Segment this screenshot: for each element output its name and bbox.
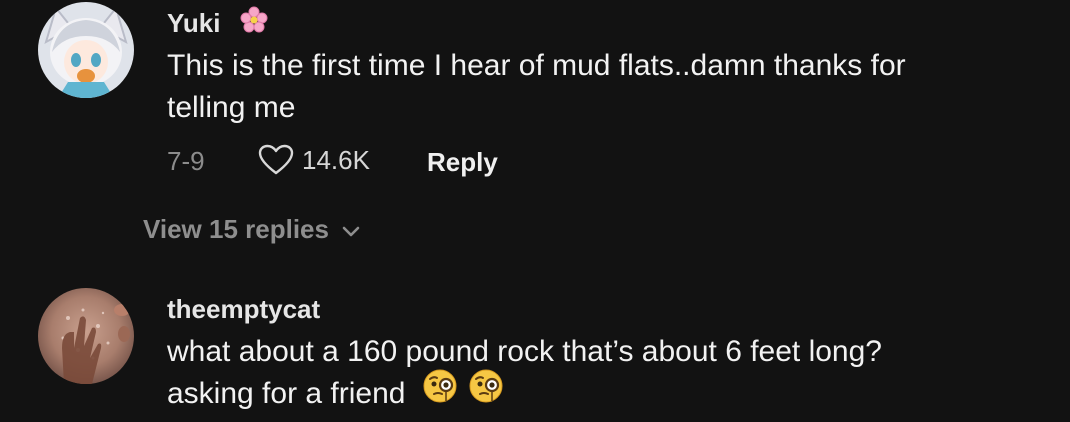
comment-username[interactable]: theemptycat — [167, 294, 320, 325]
comment-item: theemptycat what about a 160 pound rock … — [0, 280, 1070, 422]
heart-outline-icon[interactable] — [258, 144, 294, 176]
cherry-blossom-icon — [240, 6, 268, 41]
comment-text-line: what about a 160 pound rock that’s about… — [167, 335, 882, 368]
view-replies-label[interactable]: View 15 replies — [143, 214, 329, 245]
comment-item: Yuki This is the first time I hear of mu… — [0, 0, 1070, 280]
view-replies-button[interactable]: View 15 replies — [143, 214, 361, 245]
comment-date: 7-9 — [167, 146, 205, 176]
reply-button[interactable]: Reply — [427, 147, 498, 178]
chevron-down-icon[interactable] — [341, 225, 361, 239]
face-with-monocle-icon — [422, 368, 458, 416]
like-count: 14.6K — [302, 144, 370, 175]
comment-text-line: asking for a friend — [167, 369, 882, 416]
comment-text-line: telling me — [167, 91, 296, 124]
comment-text: what about a 160 pound rock that’s about… — [167, 331, 882, 416]
comment-text-line: This is the first time I hear of mud fla… — [167, 49, 906, 82]
avatar[interactable] — [38, 288, 134, 384]
face-with-monocle-icon — [468, 368, 504, 416]
comment-text-fragment: asking for a friend — [167, 377, 406, 410]
like-button[interactable]: 14.6K — [258, 144, 370, 176]
comment-username[interactable]: Yuki — [167, 6, 268, 41]
comment-text: This is the first time I hear of mud fla… — [167, 45, 906, 129]
avatar[interactable] — [38, 2, 134, 98]
